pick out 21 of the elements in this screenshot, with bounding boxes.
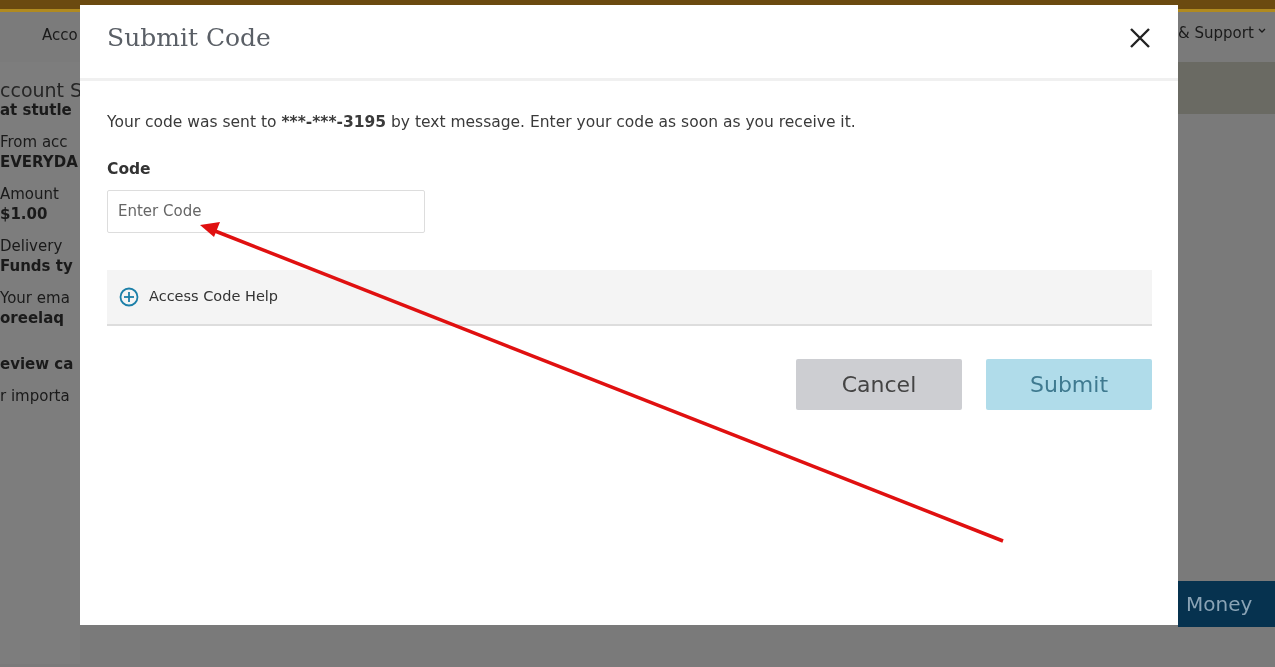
help-toggle[interactable]: Access Code Help bbox=[107, 269, 1152, 326]
field-label: Code bbox=[107, 159, 152, 181]
money-button[interactable]: Money bbox=[1178, 581, 1275, 627]
field-label: Your ema bbox=[0, 288, 71, 308]
field-value: $1.00 bbox=[0, 204, 49, 224]
field-label: Delivery bbox=[0, 236, 64, 256]
close-button[interactable] bbox=[1128, 25, 1152, 50]
plus-circle-icon bbox=[119, 286, 139, 307]
field-label: Amount bbox=[0, 184, 60, 204]
dialog-message: Your code was sent to ***-***-3195 by text message. Enter your code as soon as you receive it. bbox=[107, 112, 857, 133]
field-value: Funds ty bbox=[0, 256, 74, 276]
dialog-title: Submit Code bbox=[107, 22, 271, 53]
field-label: From acc bbox=[0, 132, 69, 152]
field-value: EVERYDA bbox=[0, 152, 79, 172]
field-value: eview ca bbox=[0, 354, 75, 374]
cancel-button[interactable]: Cancel bbox=[796, 358, 962, 410]
code-input[interactable]: Enter Code bbox=[107, 189, 425, 233]
field-value: at stutle bbox=[0, 100, 73, 120]
nav-link[interactable]: & Support bbox=[1178, 22, 1254, 45]
field-label: r importa bbox=[0, 386, 71, 406]
field-value: oreelaq bbox=[0, 308, 66, 328]
